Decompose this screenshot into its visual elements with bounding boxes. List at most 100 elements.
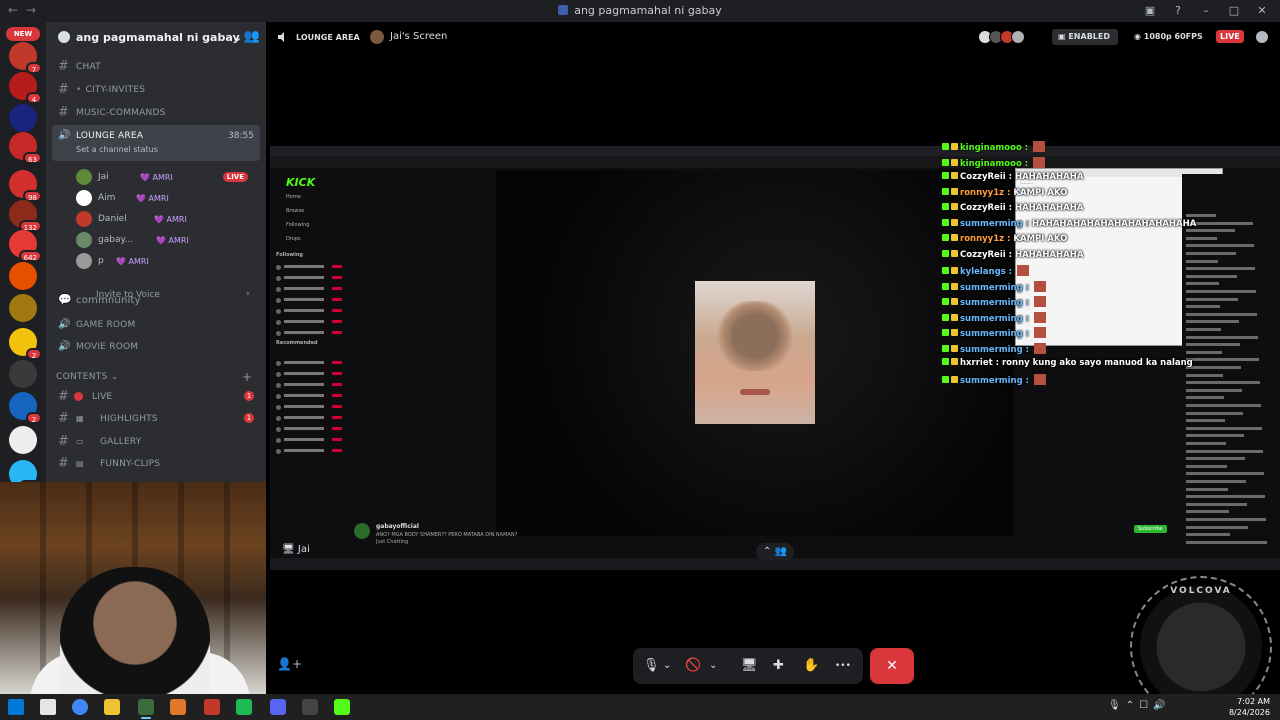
minimize-button[interactable]: –	[1194, 2, 1218, 20]
end-call-button[interactable]: ✕	[870, 648, 914, 684]
server-icon[interactable]: 2	[9, 392, 42, 424]
taskbar-app-icon[interactable]	[170, 699, 186, 715]
chat-username: CozzyReii :	[960, 249, 1015, 260]
chat-badge-icon	[942, 313, 949, 321]
voice-channel-lounge[interactable]: 🔊 LOUNGE AREA 38:55 Set a channel status	[52, 125, 260, 161]
channel-highlights[interactable]: # HIGHLIGHTS ▦ 1	[52, 408, 260, 430]
server-icon[interactable]	[9, 426, 37, 454]
screen-share-icon[interactable]: 🖥	[741, 657, 758, 675]
popout-button[interactable]: ⌃ 👥	[756, 543, 794, 561]
emote-icon	[1034, 342, 1047, 354]
category-contents[interactable]: CONTENTS ⌄ +	[56, 370, 252, 384]
chat-username: summerming :	[960, 218, 1033, 229]
channel-music-commands[interactable]: # MUSIC-COMMANDS	[52, 102, 260, 124]
server-icon[interactable]: 2	[9, 328, 42, 360]
channel-live[interactable]: # LIVE 1	[52, 386, 260, 408]
microphone-icon[interactable]: 🎙	[643, 657, 660, 675]
hash-icon: #	[58, 411, 69, 426]
chevron-down-icon[interactable]: ⌄	[233, 31, 242, 44]
member-list-icon[interactable]	[1256, 31, 1268, 43]
taskbar-app-icon[interactable]	[204, 699, 220, 715]
channel-movie-room[interactable]: 🔊 MOVIE ROOM	[52, 336, 260, 358]
channel-commnunity[interactable]: 💬 commnunity	[52, 290, 260, 312]
camera-off-icon[interactable]: 🚫	[685, 657, 701, 675]
system-tray[interactable]: 🎙⌃☐🔊	[1108, 700, 1171, 711]
voice-user[interactable]: Jai 💜 AMRI LIVE	[76, 168, 256, 188]
taskbar-app-icon[interactable]	[270, 699, 286, 715]
logo-text: VOLCOVA	[1170, 586, 1232, 596]
soundboard-icon[interactable]: ✋	[803, 657, 819, 675]
server-icon[interactable]: 7	[9, 42, 42, 74]
activities-icon[interactable]: ✚	[773, 657, 784, 675]
channel-chat[interactable]: # CHAT	[52, 56, 260, 78]
live-badge: LIVE	[222, 172, 248, 182]
taskbar-app-icon[interactable]	[302, 699, 318, 715]
avatar	[76, 253, 92, 269]
server-icon[interactable]: 132	[9, 200, 42, 232]
voice-user[interactable]: p 💜 AMRI	[76, 252, 256, 272]
mention-badge: 2	[26, 412, 42, 424]
server-icon[interactable]	[9, 262, 37, 290]
add-people-icon[interactable]: 👤+	[277, 657, 302, 671]
server-icon[interactable]: 4	[9, 72, 42, 104]
kick-channel-row	[276, 297, 342, 305]
chevron-down-icon[interactable]: ⌄	[663, 657, 671, 675]
server-icon[interactable]: 63	[9, 132, 42, 164]
chat-badge-icon	[942, 298, 949, 305]
emote-icon	[1017, 265, 1030, 276]
server-icon[interactable]	[9, 360, 37, 388]
taskbar-app-icon[interactable]	[236, 699, 252, 715]
channel-status[interactable]: Set a channel status	[76, 145, 158, 154]
voice-user[interactable]: Daniel 💜 AMRI	[76, 210, 256, 230]
channel-funny-clips[interactable]: # FUNNY-CLIPS ▤	[52, 453, 260, 475]
add-channel-icon[interactable]: +	[242, 370, 252, 384]
viewer-avatars[interactable]	[978, 30, 1025, 44]
kick-chat-line	[1186, 464, 1227, 468]
help-icon[interactable]: ?	[1166, 2, 1190, 20]
channel-game-room[interactable]: 🔊 GAME ROOM	[52, 314, 260, 336]
clock[interactable]: 7:02 AM 8/24/2026	[1229, 696, 1270, 718]
taskbar-app-icon[interactable]	[138, 699, 154, 719]
close-button[interactable]: ✕	[1250, 2, 1274, 20]
server-header[interactable]: ang pagmamahal ni gabay ⌄ 👥	[46, 22, 266, 54]
streamer-webcam	[0, 482, 266, 694]
voice-user[interactable]: Aim 💜 AMRI	[76, 189, 256, 209]
add-member-icon[interactable]: 👥	[244, 29, 260, 44]
chat-badge-icon	[951, 218, 958, 226]
taskbar-app-icon[interactable]	[334, 699, 350, 715]
face-mouth	[740, 389, 770, 395]
new-badge[interactable]: NEW	[6, 27, 40, 41]
server-icon[interactable]: 642	[9, 230, 42, 262]
server-icon[interactable]	[9, 294, 37, 322]
inbox-icon[interactable]: ▣	[1138, 2, 1162, 20]
chat-badge-icon	[951, 172, 958, 179]
enabled-badge[interactable]: ▣ ENABLED	[1052, 29, 1118, 45]
channel-city-invites[interactable]: # • CITY-INVITES	[52, 79, 260, 101]
presenter-label: 🖥 Jai	[282, 544, 310, 555]
chat-badge-icon	[942, 329, 949, 336]
taskbar-app-icon[interactable]	[104, 699, 120, 715]
taskbar-app-icon[interactable]	[40, 699, 56, 715]
chat-message: summerming : HAHAHAHAHAHAHAHAHAHAHAHA	[942, 218, 1196, 233]
taskbar-app-icon[interactable]	[72, 699, 88, 715]
taskbar-app-icon[interactable]	[8, 699, 24, 715]
maximize-button[interactable]: □	[1222, 2, 1246, 20]
kick-channel-row	[276, 308, 342, 316]
mention-badge: 4	[26, 92, 42, 104]
chat-message: summerming :	[942, 373, 1047, 388]
emote-icon	[1034, 296, 1047, 307]
emote-icon	[1033, 156, 1046, 168]
kick-chat-line	[1186, 434, 1244, 438]
server-icon[interactable]: 98	[9, 170, 42, 202]
channel-gallery[interactable]: # GALLERY ▭	[52, 431, 260, 453]
chat-username: kylelangs :	[960, 267, 1016, 277]
voice-user[interactable]: gabay... 💜 AMRI	[76, 231, 256, 251]
server-icon[interactable]	[9, 104, 37, 132]
chat-text: HAHAHAHAHA	[1014, 249, 1084, 260]
kick-chat-line	[1186, 472, 1264, 476]
unread-count: 1	[244, 413, 254, 423]
kick-nav-browse: Browse	[286, 208, 305, 214]
chat-badge-icon	[951, 187, 958, 195]
chevron-down-icon[interactable]: ⌄	[709, 657, 717, 675]
more-icon[interactable]: •••	[835, 657, 851, 675]
